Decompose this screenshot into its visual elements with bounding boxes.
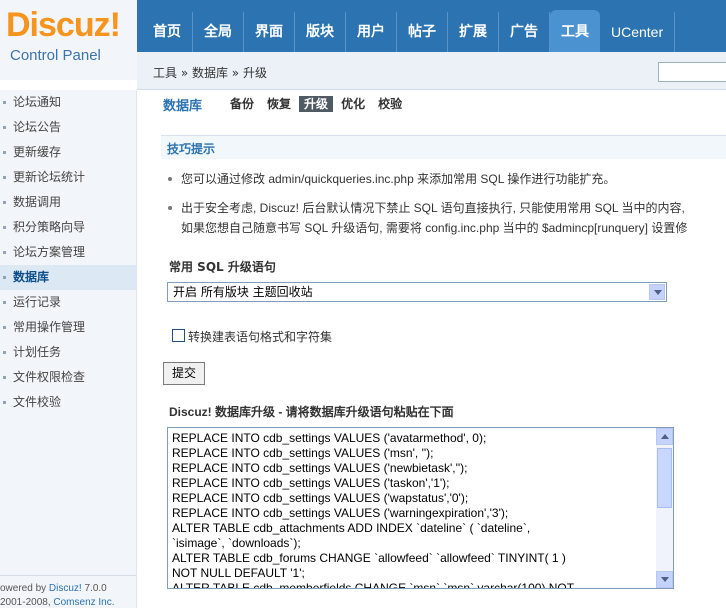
convert-checkbox[interactable] [172, 329, 185, 342]
main-nav: 首页 全局 界面 版块 用户 帖子 扩展 广告 工具 UCenter [142, 10, 676, 52]
breadcrumb: 工具 » 数据库 » 升级 [153, 66, 267, 80]
nav-item-extend[interactable]: 扩展 [448, 12, 499, 52]
nav-item-ads[interactable]: 广告 [499, 12, 550, 52]
sql-line: REPLACE INTO cdb_settings VALUES ('warni… [172, 506, 509, 520]
sidebar-item-notice[interactable]: 论坛通知 [0, 90, 136, 115]
sidebar-item-database[interactable]: 数据库 [0, 265, 136, 290]
sidebar-item-scheme-manage[interactable]: 论坛方案管理 [0, 240, 136, 265]
footer-copyright-prefix: 2001-2008, [0, 597, 54, 608]
scroll-up-icon[interactable] [656, 428, 673, 445]
scroll-down-icon[interactable] [656, 571, 673, 588]
search-input[interactable] [658, 62, 726, 82]
sql-line: ALTER TABLE cdb_attachments ADD INDEX `d… [172, 521, 531, 535]
tab-backup[interactable]: 备份 [225, 96, 259, 112]
nav-item-users[interactable]: 用户 [346, 12, 397, 52]
footer-powered-version: 7.0.0 [81, 583, 107, 594]
footer-copyright-brand[interactable]: Comsenz Inc. [53, 597, 114, 608]
chevron-down-icon[interactable] [649, 284, 665, 300]
sidebar: 论坛通知 论坛公告 更新缓存 更新论坛统计 数据调用 积分策略向导 论坛方案管理… [0, 90, 137, 608]
sidebar-item-update-stats[interactable]: 更新论坛统计 [0, 165, 136, 190]
sidebar-item-cron[interactable]: 计划任务 [0, 340, 136, 365]
breadcrumb-bar: 工具 » 数据库 » 升级 [137, 52, 726, 90]
tips-title: 技巧提示 [167, 142, 216, 156]
nav-item-tools[interactable]: 工具 [550, 10, 600, 52]
tab-optimize[interactable]: 优化 [336, 96, 370, 112]
sql-select-label: 常用 SQL 升级语句 [169, 260, 276, 274]
tip-line: 出于安全考虑, Discuz! 后台默认情况下禁止 SQL 语句直接执行, 只能… [181, 201, 685, 215]
sql-line: `isimage`, `downloads`); [172, 536, 301, 550]
sql-line: REPLACE INTO cdb_settings VALUES ('newbi… [172, 461, 468, 475]
footer-copyright: 2001-2008, Comsenz Inc. [0, 597, 115, 608]
nav-item-interface[interactable]: 界面 [244, 12, 295, 52]
sidebar-item-file-perms[interactable]: 文件权限检查 [0, 365, 136, 390]
sql-line: REPLACE INTO cdb_settings VALUES ('avata… [172, 431, 487, 445]
sidebar-item-update-cache[interactable]: 更新缓存 [0, 140, 136, 165]
sidebar-item-announcement[interactable]: 论坛公告 [0, 115, 136, 140]
scroll-thumb[interactable] [657, 448, 672, 508]
sql-line: ALTER TABLE cdb_memberfields CHANGE `msn… [172, 581, 575, 589]
db-tabs: 数据库 备份 恢复 升级 优化 校验 [163, 96, 410, 114]
nav-item-ucenter[interactable]: UCenter [600, 12, 676, 52]
tab-restore[interactable]: 恢复 [262, 96, 296, 112]
upgrade-sql-textarea[interactable]: REPLACE INTO cdb_settings VALUES ('avata… [167, 427, 674, 589]
page-title: 数据库 [163, 98, 203, 114]
tab-verify[interactable]: 校验 [373, 96, 407, 112]
logo-subtitle: Control Panel [10, 47, 101, 64]
sql-line: REPLACE INTO cdb_settings VALUES ('wapst… [172, 491, 469, 505]
sql-line: ALTER TABLE cdb_forums CHANGE `allowfeed… [172, 551, 566, 565]
vertical-scrollbar[interactable] [656, 428, 673, 588]
sql-select-value: 开启 所有版块 主题回收站 [173, 285, 313, 299]
footer-divider [0, 575, 137, 576]
sql-line: REPLACE INTO cdb_settings VALUES ('msn',… [172, 446, 434, 460]
sql-line: REPLACE INTO cdb_settings VALUES ('tasko… [172, 476, 450, 490]
logo-brand: Discuz! [6, 6, 121, 44]
footer-powered-brand[interactable]: Discuz! [49, 583, 82, 594]
sidebar-item-credit-wizard[interactable]: 积分策略向导 [0, 215, 136, 240]
sql-select[interactable]: 开启 所有版块 主题回收站 [167, 282, 667, 302]
sidebar-item-common-ops[interactable]: 常用操作管理 [0, 315, 136, 340]
nav-item-home[interactable]: 首页 [142, 12, 193, 52]
sidebar-item-file-check[interactable]: 文件校验 [0, 390, 136, 415]
sidebar-item-data-call[interactable]: 数据调用 [0, 190, 136, 215]
nav-item-forums[interactable]: 版块 [295, 12, 346, 52]
tip-bullet-icon [168, 206, 172, 210]
convert-checkbox-label[interactable]: 转换建表语句格式和字符集 [188, 328, 332, 345]
nav-item-posts[interactable]: 帖子 [397, 12, 448, 52]
tab-upgrade[interactable]: 升级 [299, 96, 334, 112]
main-content: 数据库 备份 恢复 升级 优化 校验 技巧提示 您可以通过修改 admin/qu… [137, 90, 726, 608]
tip-bullet-icon [168, 177, 172, 181]
footer-powered-prefix: owered by [0, 583, 49, 594]
footer-powered: owered by Discuz! 7.0.0 [0, 583, 107, 594]
upgrade-sql-text[interactable]: REPLACE INTO cdb_settings VALUES ('avata… [172, 431, 652, 589]
sidebar-item-run-log[interactable]: 运行记录 [0, 290, 136, 315]
upgrade-label: Discuz! 数据库升级 - 请将数据库升级语句粘贴在下面 [169, 405, 454, 419]
submit-button[interactable]: 提交 [163, 362, 205, 385]
sql-line: NOT NULL DEFAULT '1'; [172, 566, 305, 580]
logo[interactable]: Discuz! Control Panel [0, 0, 137, 80]
tip-line: 如果您想自己随意书写 SQL 升级语句, 需要将 config.inc.php … [181, 221, 688, 235]
nav-item-global[interactable]: 全局 [193, 12, 244, 52]
tip-line: 您可以通过修改 admin/quickqueries.inc.php 来添加常用… [181, 172, 616, 186]
tips-header: 技巧提示 [161, 135, 726, 159]
